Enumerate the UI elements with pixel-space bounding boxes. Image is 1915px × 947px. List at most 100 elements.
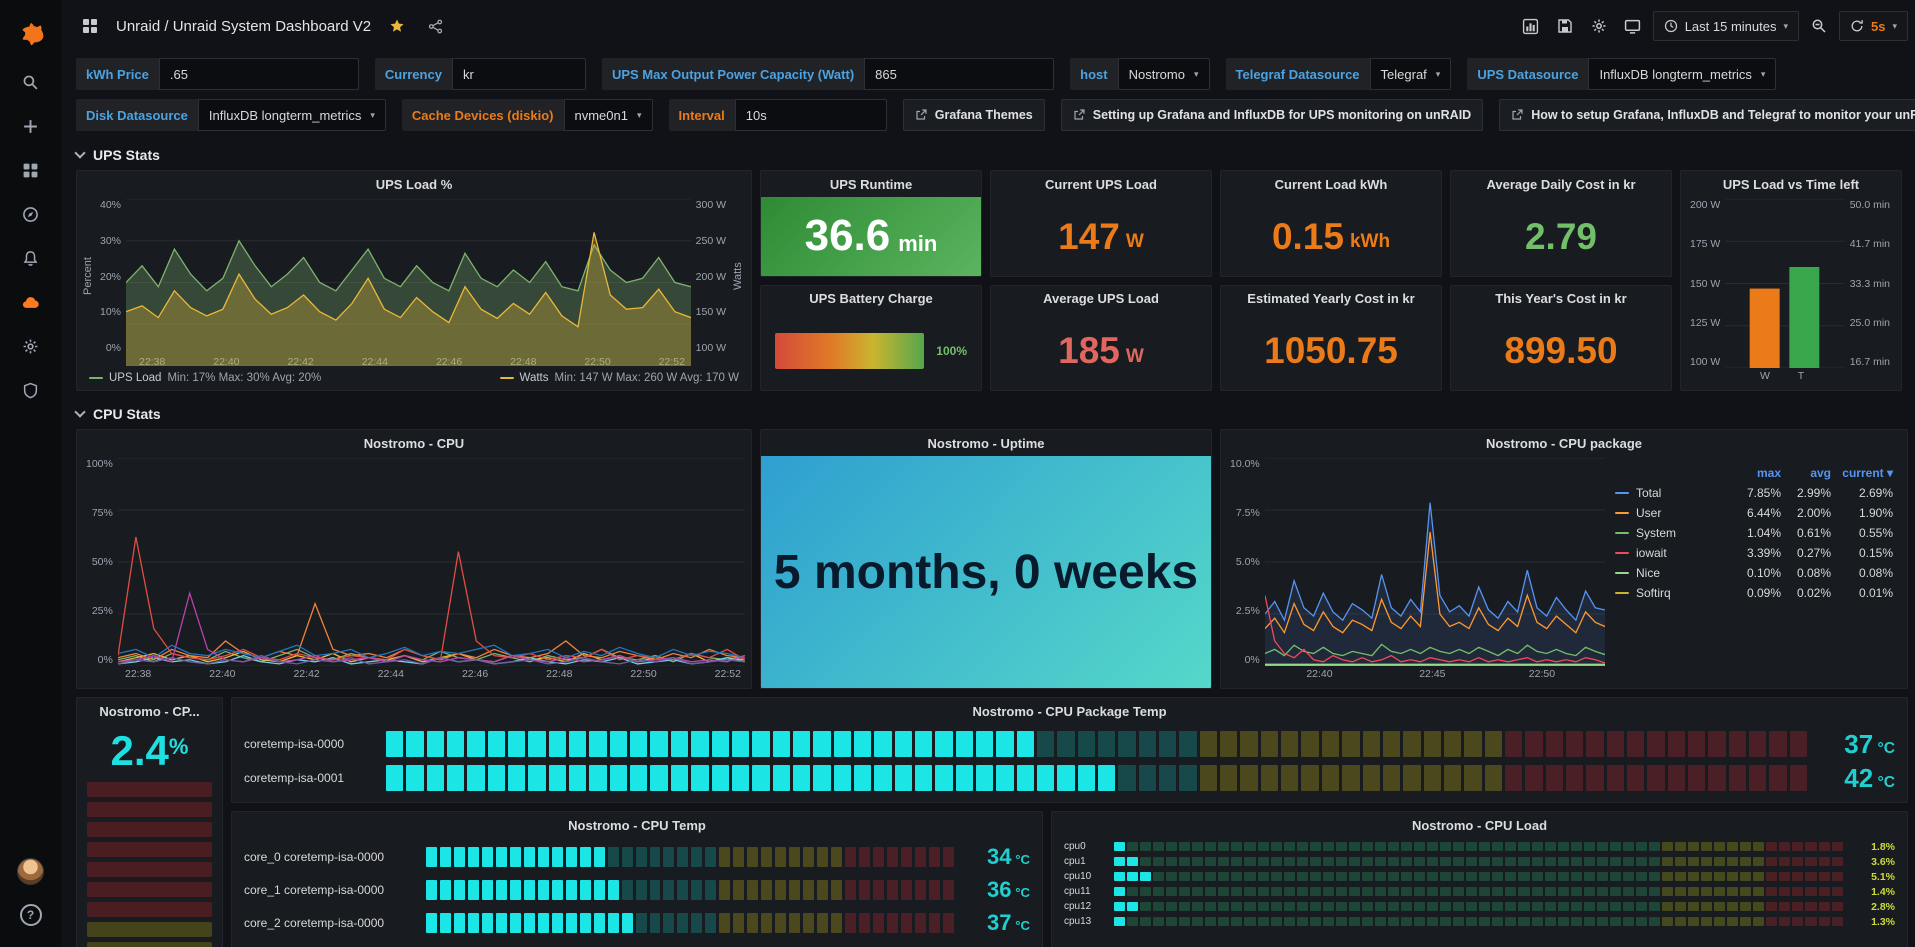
- variable-ups-datasource: UPS DatasourceInfluxDB longterm_metrics▾: [1467, 58, 1776, 90]
- panel-title[interactable]: Nostromo - CPU Temp: [232, 812, 1042, 838]
- dashboard-link-how-to-setup-grafana-influxdb-and-telegr[interactable]: How to setup Grafana, InfluxDB and Teleg…: [1499, 99, 1915, 131]
- variable-kwh-price: kWh Price.65: [76, 58, 359, 90]
- panel-title[interactable]: UPS Battery Charge: [761, 286, 981, 312]
- security-icon[interactable]: [0, 368, 61, 412]
- dashboard-variables: kWh Price.65CurrencykrUPS Max Output Pow…: [76, 58, 1908, 140]
- share-icon[interactable]: [421, 12, 449, 40]
- legend-header-current[interactable]: current ▾: [1831, 466, 1893, 480]
- panel-title[interactable]: Estimated Yearly Cost in kr: [1221, 286, 1441, 312]
- dashboard-link-grafana-themes[interactable]: Grafana Themes: [903, 99, 1045, 131]
- apps-icon[interactable]: [0, 280, 61, 324]
- x-axis-ticks: 22:4022:4522:50: [1273, 668, 1605, 684]
- help-icon[interactable]: ?: [0, 893, 61, 937]
- cycle-view-icon[interactable]: [1619, 12, 1647, 40]
- panel-title[interactable]: UPS Load %: [77, 171, 751, 197]
- panel-title[interactable]: Current UPS Load: [991, 171, 1211, 197]
- chevron-down-icon: [74, 406, 85, 417]
- dashboards-icon[interactable]: [0, 148, 61, 192]
- variable-value: nvme0n1: [575, 108, 628, 123]
- refresh-picker[interactable]: 5s ▾: [1839, 11, 1908, 41]
- led-segment: [87, 782, 212, 797]
- variable-select[interactable]: Nostromo▾: [1118, 58, 1210, 90]
- variable-disk-datasource: Disk DatasourceInfluxDB longterm_metrics…: [76, 99, 386, 131]
- bar-plot: [1725, 199, 1844, 368]
- legend-item-watts[interactable]: WattsMin: 147 W Max: 260 W Avg: 170 W: [500, 372, 739, 384]
- variable-select[interactable]: InfluxDB longterm_metrics▾: [198, 99, 386, 131]
- gauge-cells: [1114, 842, 1843, 851]
- variable-value: InfluxDB longterm_metrics: [209, 108, 361, 123]
- stat-value: 2.4: [111, 730, 169, 772]
- user-avatar[interactable]: [0, 849, 61, 893]
- variable-input[interactable]: kr: [452, 58, 586, 90]
- legend-value-current: 0.15%: [1831, 546, 1893, 560]
- legend-series-softirq[interactable]: Softirq: [1615, 586, 1725, 600]
- variable-value: Telegraf: [1381, 67, 1427, 82]
- search-icon[interactable]: [0, 60, 61, 104]
- explore-icon[interactable]: [0, 192, 61, 236]
- legend-value-current: 0.08%: [1831, 566, 1893, 580]
- legend-series-nice[interactable]: Nice: [1615, 566, 1725, 580]
- variable-input[interactable]: .65: [159, 58, 359, 90]
- variable-input[interactable]: 865: [864, 58, 1054, 90]
- panel-title[interactable]: Current Load kWh: [1221, 171, 1441, 197]
- dashboard-link-setting-up-grafana-and-influxdb-for-ups-[interactable]: Setting up Grafana and InfluxDB for UPS …: [1061, 99, 1483, 131]
- panel-title[interactable]: Nostromo - Uptime: [761, 430, 1211, 456]
- variable-select[interactable]: InfluxDB longterm_metrics▾: [1588, 58, 1776, 90]
- led-segment: [87, 842, 212, 857]
- axis-tick: 10.0%: [1230, 458, 1260, 470]
- panel-title[interactable]: This Year's Cost in kr: [1451, 286, 1671, 312]
- variable-value: 865: [875, 67, 897, 82]
- dashboard-settings-icon[interactable]: [1585, 12, 1613, 40]
- panel-title[interactable]: Nostromo - CPU package: [1221, 430, 1907, 456]
- grafana-logo[interactable]: [0, 6, 61, 60]
- variable-select[interactable]: Telegraf▾: [1370, 58, 1452, 90]
- legend-header-avg[interactable]: avg: [1781, 466, 1831, 480]
- variable-value: Nostromo: [1129, 67, 1185, 82]
- panel-title[interactable]: Average UPS Load: [991, 286, 1211, 312]
- alerting-icon[interactable]: [0, 236, 61, 280]
- zoom-out-icon[interactable]: [1805, 12, 1833, 40]
- legend-item-ups-load[interactable]: UPS LoadMin: 17% Max: 30% Avg: 20%: [89, 372, 321, 384]
- variable-select[interactable]: nvme0n1▾: [564, 99, 653, 131]
- legend-series-iowait[interactable]: iowait: [1615, 546, 1725, 560]
- legend-series-name: UPS Load: [109, 372, 161, 384]
- legend-value-avg: 2.00%: [1781, 506, 1831, 520]
- add-panel-icon[interactable]: [1517, 12, 1545, 40]
- axis-tick: 300 W: [696, 199, 726, 211]
- panel-title[interactable]: Nostromo - CPU Load: [1052, 812, 1907, 838]
- gauge-value: 100%: [936, 344, 967, 358]
- section-ups-stats[interactable]: UPS Stats: [76, 140, 1908, 170]
- panel-title[interactable]: UPS Load vs Time left: [1681, 171, 1901, 197]
- apps-grid-icon[interactable]: [76, 12, 104, 40]
- section-label: CPU Stats: [93, 406, 161, 422]
- series-color-dash: [500, 377, 514, 379]
- panel-ups-load-vs-time: UPS Load vs Time left 200 W175 W150 W125…: [1680, 170, 1902, 391]
- legend-header-max[interactable]: max: [1725, 466, 1781, 480]
- axis-tick: 22:48: [546, 668, 572, 680]
- axis-tick: 100 W: [1690, 356, 1720, 368]
- legend-series-total[interactable]: Total: [1615, 486, 1725, 500]
- create-icon[interactable]: [0, 104, 61, 148]
- panel-title[interactable]: UPS Runtime: [761, 171, 981, 197]
- save-dashboard-icon[interactable]: [1551, 12, 1579, 40]
- dashboard-title[interactable]: Unraid / Unraid System Dashboard V2: [116, 18, 371, 35]
- section-cpu-stats[interactable]: CPU Stats: [76, 399, 1908, 429]
- star-icon[interactable]: [383, 12, 411, 40]
- legend-series-system[interactable]: System: [1615, 526, 1725, 540]
- time-range-picker[interactable]: Last 15 minutes ▾: [1653, 11, 1799, 41]
- panel-title[interactable]: Nostromo - CP...: [77, 698, 222, 724]
- gauge-cells: [1114, 872, 1843, 881]
- chevron-down-icon: ▾: [1761, 69, 1766, 80]
- legend-series-user[interactable]: User: [1615, 506, 1725, 520]
- panel-title[interactable]: Nostromo - CPU Package Temp: [232, 698, 1907, 724]
- configuration-icon[interactable]: [0, 324, 61, 368]
- panel-title[interactable]: Average Daily Cost in kr: [1451, 171, 1671, 197]
- external-link-icon: [1511, 109, 1523, 121]
- variable-input[interactable]: 10s: [735, 99, 887, 131]
- panel-title[interactable]: Nostromo - CPU: [77, 430, 751, 456]
- series-color-dash: [1615, 572, 1629, 574]
- legend-series-stats: Min: 147 W Max: 260 W Avg: 170 W: [555, 372, 740, 384]
- legend-series-name: System: [1636, 526, 1676, 540]
- panel-cpu-load: Nostromo - CPU Load cpu01.8%cpu13.6%cpu1…: [1051, 811, 1908, 947]
- variable-label: UPS Max Output Power Capacity (Watt): [602, 58, 864, 90]
